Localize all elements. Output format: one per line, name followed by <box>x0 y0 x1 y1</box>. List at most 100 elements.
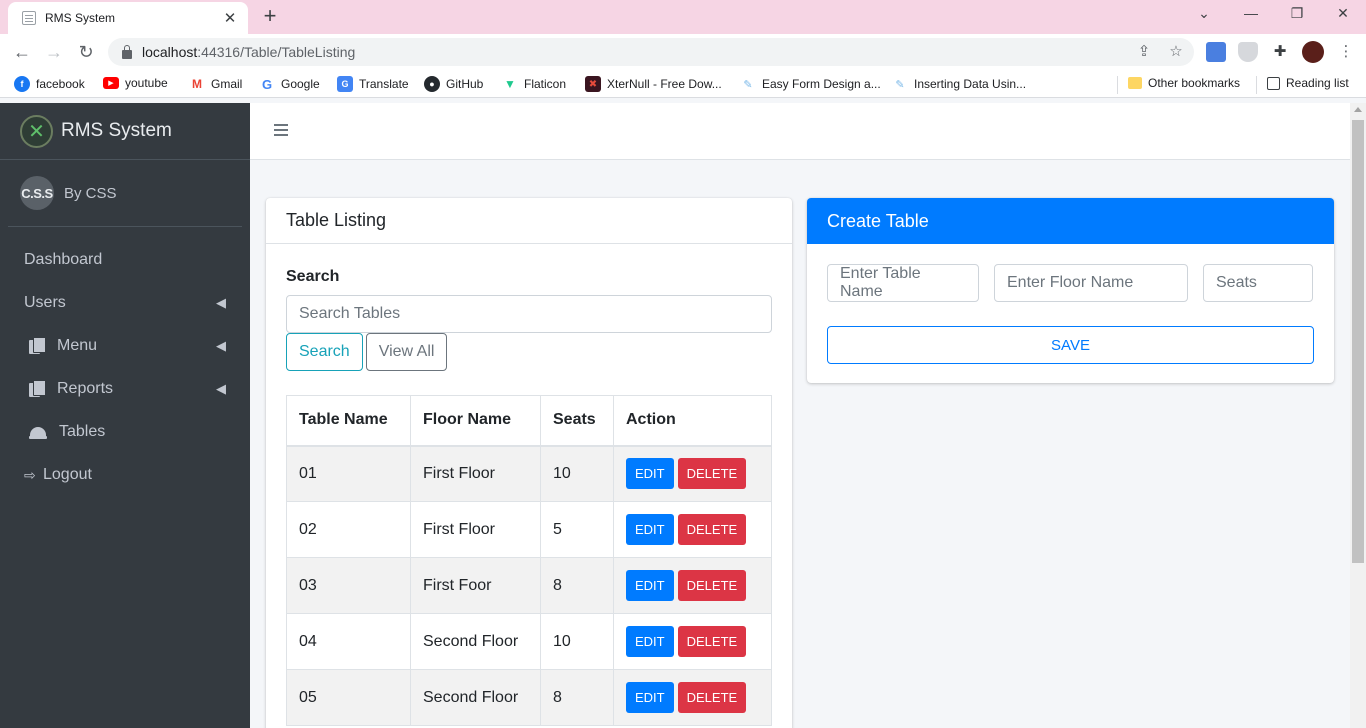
other-bookmarks[interactable]: Other bookmarks <box>1128 76 1240 90</box>
lock-icon[interactable] <box>122 44 132 59</box>
cell-action: EDIT DELETE <box>613 613 772 670</box>
reading-list[interactable]: Reading list <box>1267 76 1349 90</box>
other-bookmarks-label: Other bookmarks <box>1148 76 1241 90</box>
bookmark-label: Flaticon <box>524 77 567 91</box>
new-tab-button[interactable]: + <box>258 4 282 28</box>
restore-icon[interactable]: ❐ <box>1287 5 1307 22</box>
browser-tab[interactable]: RMS System ✕ <box>8 2 248 34</box>
edit-button[interactable]: EDIT <box>626 458 674 490</box>
brand-link[interactable]: ✕ RMS System <box>0 103 250 160</box>
shield-extension-icon[interactable] <box>1238 42 1258 62</box>
address-bar[interactable]: localhost:44316/Table/TableListing <box>108 38 1194 66</box>
edit-button[interactable]: EDIT <box>626 682 674 713</box>
table-row: 05 Second Floor 8 EDIT DELETE <box>286 669 772 726</box>
bookmark-translate[interactable]: G Translate <box>337 76 409 92</box>
view-all-button[interactable]: View All <box>365 333 448 371</box>
flaticon-icon: ▼ <box>502 76 518 92</box>
floor-name-input[interactable]: Enter Floor Name <box>994 264 1188 302</box>
bookmarks-separator <box>1117 76 1118 94</box>
bookmark-easy-form[interactable]: ✎ Easy Form Design a... <box>740 76 881 92</box>
create-table-card: Create Table Enter Table Name Enter Floo… <box>807 198 1334 383</box>
youtube-icon: ▶ <box>103 77 119 89</box>
url-host: localhost <box>142 44 198 60</box>
cell-table-name: 01 <box>286 445 411 502</box>
scroll-up-arrow-icon[interactable] <box>1354 107 1362 112</box>
bookmark-label: Inserting Data Usin... <box>914 77 1027 91</box>
bookmark-star-icon[interactable]: ☆ <box>1166 42 1186 60</box>
delete-button[interactable]: DELETE <box>677 514 747 545</box>
sidebar-item-label: Tables <box>59 422 106 440</box>
bookmark-xternull[interactable]: ✖ XterNull - Free Dow... <box>585 76 722 92</box>
bookmarks-bar: f facebook ▶ youtube M Gmail G Google G … <box>0 70 1366 98</box>
folder-icon <box>1128 77 1142 89</box>
sidebar-item-dashboard[interactable]: Dashboard <box>0 238 250 281</box>
edit-button[interactable]: EDIT <box>626 514 674 545</box>
card-title: Create Table <box>807 198 1334 244</box>
bookmark-facebook[interactable]: f facebook <box>14 76 85 92</box>
bookmark-inserting-data[interactable]: ✎ Inserting Data Usin... <box>892 76 1026 92</box>
sidebar-item-menu[interactable]: Menu ◀ <box>0 324 250 367</box>
delete-button[interactable]: DELETE <box>677 458 747 490</box>
sidebar-item-tables[interactable]: Tables <box>0 410 250 453</box>
sign-out-icon: ⇨ <box>24 466 36 483</box>
share-icon[interactable]: ⇪ <box>1134 42 1154 60</box>
bookmark-github[interactable]: ● GitHub <box>424 76 483 92</box>
delete-button[interactable]: DELETE <box>677 626 747 657</box>
user-name-link[interactable]: By CSS <box>64 185 117 202</box>
sidebar-item-label: Reports <box>57 379 114 397</box>
translate-extension-icon[interactable] <box>1206 42 1226 62</box>
window-close-icon[interactable]: ✕ <box>1333 5 1353 22</box>
cell-action: EDIT DELETE <box>613 501 772 558</box>
extensions-puzzle-icon[interactable]: ✚ <box>1270 42 1290 60</box>
tab-close-icon[interactable]: ✕ <box>222 9 238 27</box>
cell-seats: 5 <box>540 501 614 558</box>
chevron-left-icon: ◀ <box>216 294 226 310</box>
chevron-left-icon: ◀ <box>216 337 226 353</box>
hamburger-menu-icon[interactable] <box>274 124 288 136</box>
browser-menu-icon[interactable]: ⋮ <box>1336 42 1356 60</box>
tab-search-icon[interactable]: ⌄ <box>1194 5 1214 22</box>
scrollbar-thumb[interactable] <box>1352 120 1364 563</box>
bookmark-flaticon[interactable]: ▼ Flaticon <box>502 76 566 92</box>
table-header-row: Table Name Floor Name Seats Action <box>286 395 772 447</box>
sidebar-item-label: Menu <box>57 336 98 354</box>
minimize-icon[interactable]: — <box>1241 5 1261 21</box>
bookmark-label: GitHub <box>446 77 484 91</box>
browser-toolbar: ← → ↻ localhost:44316/Table/TableListing… <box>0 34 1366 70</box>
forward-icon[interactable]: → <box>43 41 65 63</box>
sidebar-item-users[interactable]: Users ◀ <box>0 281 250 324</box>
profile-avatar[interactable] <box>1302 41 1324 63</box>
seats-input[interactable]: Seats <box>1203 264 1313 302</box>
cell-table-name: 04 <box>286 613 411 670</box>
cell-seats: 10 <box>540 445 614 502</box>
save-button[interactable]: SAVE <box>827 326 1314 364</box>
delete-button[interactable]: DELETE <box>677 682 747 713</box>
top-navbar <box>250 103 1350 160</box>
edit-button[interactable]: EDIT <box>626 570 674 601</box>
bookmark-youtube[interactable]: ▶ youtube <box>103 76 168 90</box>
search-button[interactable]: Search <box>286 333 363 371</box>
reload-icon[interactable]: ↻ <box>75 41 97 63</box>
concierge-bell-icon <box>29 425 47 439</box>
bookmark-label: youtube <box>125 76 168 90</box>
page-scrollbar[interactable] <box>1350 103 1366 728</box>
back-icon[interactable]: ← <box>11 41 33 63</box>
search-input[interactable]: Search Tables <box>286 295 772 333</box>
cell-table-name: 05 <box>286 669 411 726</box>
bookmark-google[interactable]: G Google <box>259 76 320 92</box>
edit-button[interactable]: EDIT <box>626 626 674 657</box>
page-icon: ✎ <box>740 76 756 92</box>
sidebar-item-reports[interactable]: Reports ◀ <box>0 367 250 410</box>
sidebar-item-logout[interactable]: ⇨ Logout <box>0 453 250 496</box>
reading-list-icon <box>1267 76 1280 90</box>
bookmark-label: facebook <box>36 77 85 91</box>
delete-button[interactable]: DELETE <box>677 570 747 601</box>
bookmark-gmail[interactable]: M Gmail <box>189 76 242 92</box>
cell-action: EDIT DELETE <box>613 557 772 614</box>
github-icon: ● <box>424 76 440 92</box>
url-path: :44316/Table/TableListing <box>197 44 356 60</box>
copy-icon <box>29 336 46 355</box>
table-name-input[interactable]: Enter Table Name <box>827 264 979 302</box>
table-listing-card: Table Listing Search Search Tables Searc… <box>266 198 792 728</box>
google-icon: G <box>259 76 275 92</box>
